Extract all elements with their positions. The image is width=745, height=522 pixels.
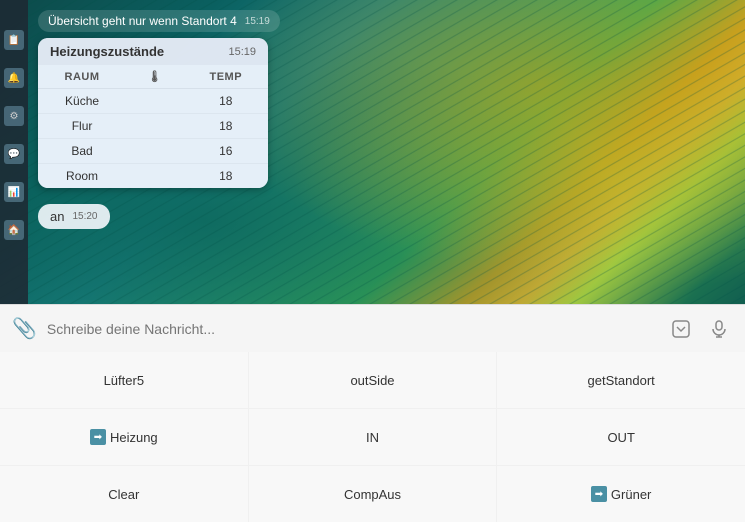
microphone-icon[interactable] — [705, 315, 733, 343]
heizung-card-header: Heizungszustände 15:19 — [38, 38, 268, 65]
gruner-arrow-icon: ➡ — [591, 486, 607, 502]
messages-area: Übersicht geht nur wenn Standort 4 15:19… — [28, 0, 745, 352]
sidebar-icon-2[interactable]: 🔔 — [4, 68, 24, 88]
quick-btn-getstandort[interactable]: getStandort — [497, 352, 745, 408]
room-bad: Bad — [38, 139, 126, 164]
quick-btn-lufter5[interactable]: Lüfter5 — [0, 352, 248, 408]
quick-btn-compaus-label: CompAus — [344, 487, 401, 502]
heizung-card-title: Heizungszustände — [50, 44, 164, 59]
col-temp: TEMP — [184, 65, 268, 89]
heizung-card-time: 15:19 — [228, 46, 256, 58]
an-bubble-text: an — [50, 209, 64, 224]
quick-btn-compaus[interactable]: CompAus — [249, 466, 497, 522]
quick-btn-gruner[interactable]: ➡ Grüner — [497, 466, 745, 522]
room-kueche: Küche — [38, 89, 126, 114]
sidebar-icon-6[interactable]: 🏠 — [4, 220, 24, 240]
room-kueche-spacer — [126, 89, 183, 114]
message-input[interactable] — [47, 321, 657, 337]
room-room: Room — [38, 164, 126, 189]
partial-message-time: 15:19 — [245, 16, 270, 27]
table-row: Flur 18 — [38, 114, 268, 139]
sidebar-icon-3[interactable]: ⚙ — [4, 106, 24, 126]
temp-bad: 16 — [184, 139, 268, 164]
heizung-arrow-icon: ➡ — [90, 429, 106, 445]
temp-flur: 18 — [184, 114, 268, 139]
sidebar-icon-1[interactable]: 📋 — [4, 30, 24, 50]
quick-btn-gruner-label: Grüner — [611, 487, 651, 502]
col-raum: RAUM — [38, 65, 126, 89]
input-icons — [667, 315, 733, 343]
an-bubble: an 15:20 — [38, 204, 110, 229]
room-flur-spacer — [126, 114, 183, 139]
input-bar: 📎 — [0, 304, 745, 352]
quick-btn-out-label: OUT — [607, 430, 634, 445]
partial-message-text: Übersicht geht nur wenn Standort 4 — [48, 14, 237, 28]
col-temp-icon: 🌡 — [126, 65, 183, 89]
quick-btn-clear-label: Clear — [108, 487, 139, 502]
quick-btn-outside-label: outSide — [350, 373, 394, 388]
room-room-spacer — [126, 164, 183, 189]
quick-btn-lufter5-label: Lüfter5 — [104, 373, 144, 388]
an-bubble-time: 15:20 — [72, 211, 97, 222]
temp-room: 18 — [184, 164, 268, 189]
heizung-table: RAUM 🌡 TEMP Küche 18 Flur 18 Bad — [38, 65, 268, 188]
room-bad-spacer — [126, 139, 183, 164]
attach-icon[interactable]: 📎 — [12, 316, 37, 341]
heizung-card: Heizungszustände 15:19 RAUM 🌡 TEMP Küche… — [38, 38, 268, 188]
table-row: Bad 16 — [38, 139, 268, 164]
temp-kueche: 18 — [184, 89, 268, 114]
quick-btn-in-label: IN — [366, 430, 379, 445]
table-row: Room 18 — [38, 164, 268, 189]
sidebar: 📋 🔔 ⚙ 💬 📊 🏠 — [0, 0, 28, 352]
quick-buttons-grid: Lüfter5 outSide getStandort ➡ Heizung IN… — [0, 352, 745, 522]
quick-btn-clear[interactable]: Clear — [0, 466, 248, 522]
quick-btn-in[interactable]: IN — [249, 409, 497, 465]
partial-message-bubble: Übersicht geht nur wenn Standort 4 15:19 — [38, 10, 280, 32]
quick-btn-heizung-label: Heizung — [110, 430, 158, 445]
room-flur: Flur — [38, 114, 126, 139]
quick-btn-outside[interactable]: outSide — [249, 352, 497, 408]
quick-btn-out[interactable]: OUT — [497, 409, 745, 465]
quick-btn-heizung[interactable]: ➡ Heizung — [0, 409, 248, 465]
quick-btn-getstandort-label: getStandort — [588, 373, 655, 388]
sidebar-icon-5[interactable]: 📊 — [4, 182, 24, 202]
table-row: Küche 18 — [38, 89, 268, 114]
sidebar-icon-4[interactable]: 💬 — [4, 144, 24, 164]
scroll-down-icon[interactable] — [667, 315, 695, 343]
